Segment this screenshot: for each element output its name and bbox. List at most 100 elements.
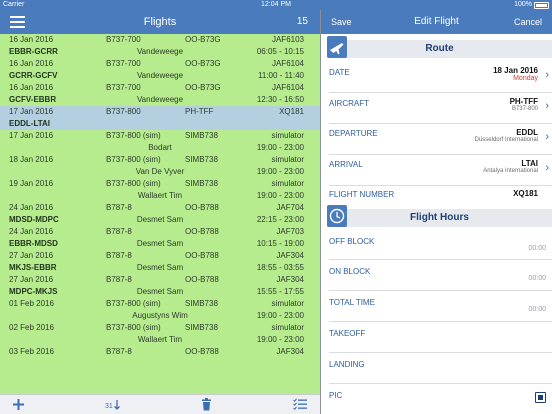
aircraft-type: B787-8 bbox=[106, 347, 132, 356]
status-time: 12:04 PM bbox=[261, 1, 291, 8]
date-label: DATE bbox=[329, 68, 350, 77]
flight-info-row[interactable]: 24 Jan 2016 B787-8 OO-B788 JAF704 bbox=[0, 202, 320, 214]
flight-number: XQ181 bbox=[279, 107, 304, 116]
flight-number: simulator bbox=[271, 179, 304, 188]
flight-date: 27 Jan 2016 bbox=[9, 251, 54, 260]
registration: OO-B73G bbox=[185, 59, 221, 68]
off-block-value: 00:00 bbox=[528, 245, 546, 252]
pic-checkbox[interactable] bbox=[535, 392, 546, 403]
hours-section-header: Flight Hours bbox=[327, 205, 552, 227]
flight-info-row[interactable]: 02 Feb 2016 B737-800 (sim) SIMB738 simulato… bbox=[0, 322, 320, 334]
flight-route-row[interactable]: MDSD-MDPC Desmet Sam 22:15 - 23:00 bbox=[0, 214, 320, 226]
aircraft-field[interactable]: AIRCRAFT PH-TFF B737-800 › bbox=[329, 92, 552, 124]
registration: OO-B788 bbox=[185, 347, 219, 356]
flight-info-row[interactable]: 16 Jan 2016 B737-700 OO-B73G JAF6104 bbox=[0, 58, 320, 70]
total-time-value-group: 00:00 bbox=[528, 298, 546, 316]
flight-route-row[interactable]: EBBR-GCRR Vandeweege 06:05 - 10:15 bbox=[0, 46, 320, 58]
landing-label: LANDING bbox=[329, 360, 365, 369]
flight-info-row[interactable]: 01 Feb 2016 B737-800 (sim) SIMB738 simulato… bbox=[0, 298, 320, 310]
route: EDDL-LTAI bbox=[9, 119, 51, 128]
departure-airport: Düsseldorf International bbox=[474, 137, 538, 143]
flight-info-row[interactable]: 27 Jan 2016 B787-8 OO-B788 JAF304 bbox=[0, 250, 320, 262]
calendar-sort-icon[interactable]: 31 bbox=[104, 398, 122, 412]
block-times: 11:00 - 11:40 bbox=[258, 71, 304, 80]
flight-date: 02 Feb 2016 bbox=[9, 323, 54, 332]
pic-field[interactable]: PIC bbox=[329, 383, 552, 413]
flight-date: 16 Jan 2016 bbox=[9, 83, 54, 92]
flight-date: 16 Jan 2016 bbox=[9, 59, 54, 68]
flights-title: Flights bbox=[143, 16, 177, 28]
flight-info-row[interactable]: 19 Jan 2016 B737-800 (sim) SIMB738 simulato… bbox=[0, 178, 320, 190]
aircraft-type: B737-800 bbox=[106, 107, 141, 116]
flight-number: JAF703 bbox=[276, 227, 304, 236]
flight-route-row[interactable]: Wallaert Tim 19:00 - 23:00 bbox=[0, 190, 320, 202]
registration: SIMB738 bbox=[185, 131, 218, 140]
flight-info-row[interactable]: 17 Jan 2016 B737-800 (sim) SIMB738 simulato… bbox=[0, 130, 320, 142]
off-block-value-group: 00:00 bbox=[528, 237, 546, 255]
flight-info-row[interactable]: 17 Jan 2016 B737-800 PH-TFF XQ181 bbox=[0, 106, 320, 118]
on-block-value-group: 00:00 bbox=[528, 267, 546, 285]
flight-info-row[interactable]: 18 Jan 2016 B737-800 (sim) SIMB738 simulato… bbox=[0, 154, 320, 166]
cancel-button[interactable]: Cancel bbox=[514, 10, 542, 34]
aircraft-type: B787-8 bbox=[106, 251, 132, 260]
route-section-label: Route bbox=[425, 43, 454, 54]
flight-route-row[interactable]: Augustyns Wim 19:00 - 23:00 bbox=[0, 310, 320, 322]
flight-number: JAF6103 bbox=[271, 35, 304, 44]
flights-header: Flights 15 bbox=[0, 10, 320, 34]
flight-list[interactable]: 16 Jan 2016 B737-700 OO-B73G JAF6103 EBBR-GC… bbox=[0, 34, 320, 394]
date-weekday: Monday bbox=[513, 75, 538, 82]
aircraft-label: AIRCRAFT bbox=[329, 99, 369, 108]
flight-number: simulator bbox=[271, 323, 304, 332]
battery-icon bbox=[534, 1, 549, 9]
landing-field[interactable]: LANDING bbox=[329, 352, 552, 384]
flight-route-row[interactable]: EBBR-MDSD Desmet Sam 10:15 - 19:00 bbox=[0, 238, 320, 250]
arrival-field[interactable]: ARRIVAL LTAI Antalya International › bbox=[329, 154, 552, 186]
hours-section-label: Flight Hours bbox=[410, 212, 469, 223]
chevron-right-icon: › bbox=[545, 100, 549, 112]
list-check-icon[interactable] bbox=[292, 398, 308, 412]
flight-date: 18 Jan 2016 bbox=[9, 155, 54, 164]
flight-route-row[interactable]: Bodart 19:00 - 23:00 bbox=[0, 142, 320, 154]
block-times: 19:00 - 23:00 bbox=[256, 335, 304, 344]
registration: OO-B73G bbox=[185, 83, 221, 92]
app-window: Carrier 12:04 PM 100% Flights 15 16 Jan … bbox=[0, 0, 552, 414]
departure-field[interactable]: DEPARTURE EDDL Düsseldorf International … bbox=[329, 123, 552, 155]
block-times: 19:00 - 23:00 bbox=[256, 167, 304, 176]
flight-date: 16 Jan 2016 bbox=[9, 35, 54, 44]
takeoff-field[interactable]: TAKEOFF bbox=[329, 321, 552, 353]
flight-number: simulator bbox=[271, 131, 304, 140]
registration: OO-B73G bbox=[185, 35, 221, 44]
registration: PH-TFF bbox=[185, 107, 214, 116]
trash-icon[interactable] bbox=[199, 398, 213, 412]
flight-info-row[interactable]: 16 Jan 2016 B737-700 OO-B73G JAF6104 bbox=[0, 82, 320, 94]
aircraft-type: B787-8 bbox=[106, 275, 132, 284]
flight-info-row[interactable]: 03 Feb 2016 B787-8 OO-B788 JAF304 bbox=[0, 346, 320, 358]
flight-number: JAF6104 bbox=[271, 83, 304, 92]
flight-number-field[interactable]: FLIGHT NUMBER XQ181 bbox=[329, 185, 552, 207]
plus-icon[interactable] bbox=[10, 398, 26, 412]
flight-info-row[interactable]: 27 Jan 2016 B787-8 OO-B788 JAF304 bbox=[0, 274, 320, 286]
flight-route-row[interactable]: GCFV-EBBR Vandeweege 12:30 - 16:50 bbox=[0, 94, 320, 106]
flight-date: 24 Jan 2016 bbox=[9, 203, 54, 212]
status-bar: Carrier 12:04 PM 100% bbox=[0, 0, 552, 10]
flight-info-row[interactable]: 24 Jan 2016 B787-8 OO-B788 JAF703 bbox=[0, 226, 320, 238]
date-value-group: 18 Jan 2016 Monday bbox=[493, 66, 538, 82]
flight-route-row[interactable]: Wallaert Tim 19:00 - 23:00 bbox=[0, 334, 320, 346]
total-time-label: TOTAL TIME bbox=[329, 298, 375, 307]
flight-number: simulator bbox=[271, 299, 304, 308]
date-field[interactable]: DATE 18 Jan 2016 Monday › bbox=[329, 60, 552, 93]
on-block-field[interactable]: ON BLOCK 00:00 bbox=[329, 259, 552, 291]
flight-route-row[interactable]: Van De Vyver 19:00 - 23:00 bbox=[0, 166, 320, 178]
aircraft-type: B737-700 bbox=[106, 83, 141, 92]
flight-route-row[interactable]: GCRR-GCFV Vandeweege 11:00 - 11:40 bbox=[0, 70, 320, 82]
off-block-field[interactable]: OFF BLOCK 00:00 bbox=[329, 227, 552, 260]
aircraft-type: B737-800 (sim) bbox=[106, 155, 161, 164]
total-time-field[interactable]: TOTAL TIME 00:00 bbox=[329, 290, 552, 322]
block-times: 15:55 - 17:55 bbox=[256, 287, 304, 296]
flight-route-row[interactable]: MKJS-EBBR Desmet Sam 18:55 - 03:55 bbox=[0, 262, 320, 274]
flight-route-row[interactable]: EDDL-LTAI bbox=[0, 118, 320, 130]
flight-route-row[interactable]: MDPC-MKJS Desmet Sam 15:55 - 17:55 bbox=[0, 286, 320, 298]
on-block-label: ON BLOCK bbox=[329, 267, 371, 276]
flight-number: JAF304 bbox=[276, 275, 304, 284]
flight-info-row[interactable]: 16 Jan 2016 B737-700 OO-B73G JAF6103 bbox=[0, 34, 320, 46]
